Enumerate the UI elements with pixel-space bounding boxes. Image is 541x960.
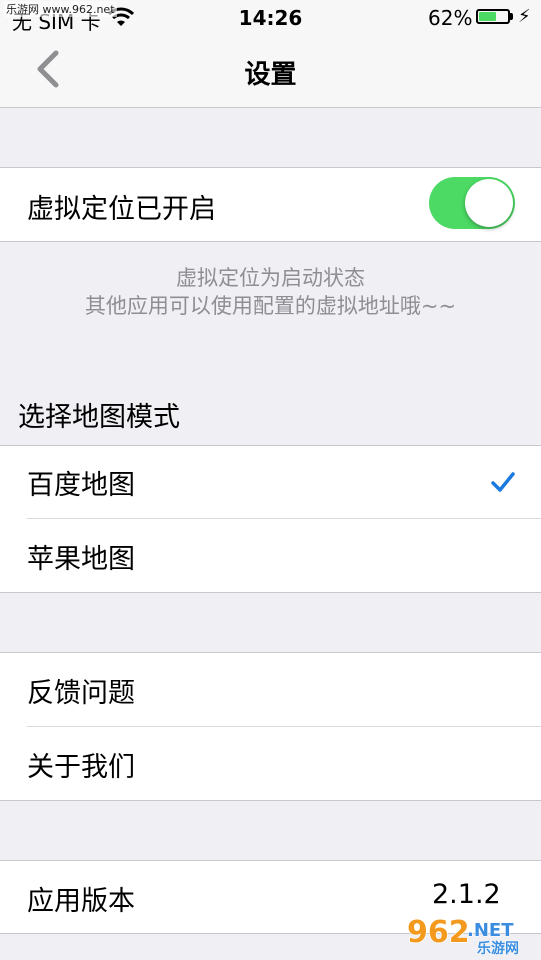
version-value: 2.1.2 — [432, 879, 501, 910]
divider — [0, 241, 541, 242]
feedback-label: 反馈问题 — [27, 678, 135, 709]
battery-fill — [479, 12, 497, 21]
toggle-knob — [465, 179, 513, 227]
watermark-brand: 962 — [407, 915, 470, 950]
battery-tip — [510, 13, 513, 20]
about-label: 关于我们 — [27, 752, 135, 783]
virtual-location-toggle[interactable] — [429, 177, 515, 229]
divider — [0, 592, 541, 593]
watermark-top: 乐游网 www.962.net — [4, 1, 117, 17]
map-mode-header: 选择地图模式 — [18, 402, 180, 433]
checkmark-icon — [491, 472, 515, 492]
page-title: 设置 — [244, 60, 297, 90]
divider — [0, 800, 541, 801]
status-note-line1: 虚拟定位为启动状态 — [176, 266, 365, 290]
virtual-location-label: 虚拟定位已开启 — [27, 194, 216, 225]
charging-bolt-icon: ⚡ — [518, 6, 531, 27]
battery-icon — [476, 9, 510, 24]
watermark-caption: 乐游网 — [477, 940, 519, 956]
map-option-apple-label: 苹果地图 — [27, 544, 135, 575]
version-label: 应用版本 — [27, 886, 135, 917]
battery-percent: 62% — [428, 6, 473, 30]
watermark-logo: 962 .NET 乐游网 — [406, 914, 519, 956]
watermark-suffix: .NET — [467, 920, 514, 941]
status-note-line2: 其他应用可以使用配置的虚拟地址哦~~ — [84, 294, 457, 318]
map-option-baidu-label: 百度地图 — [27, 470, 135, 501]
